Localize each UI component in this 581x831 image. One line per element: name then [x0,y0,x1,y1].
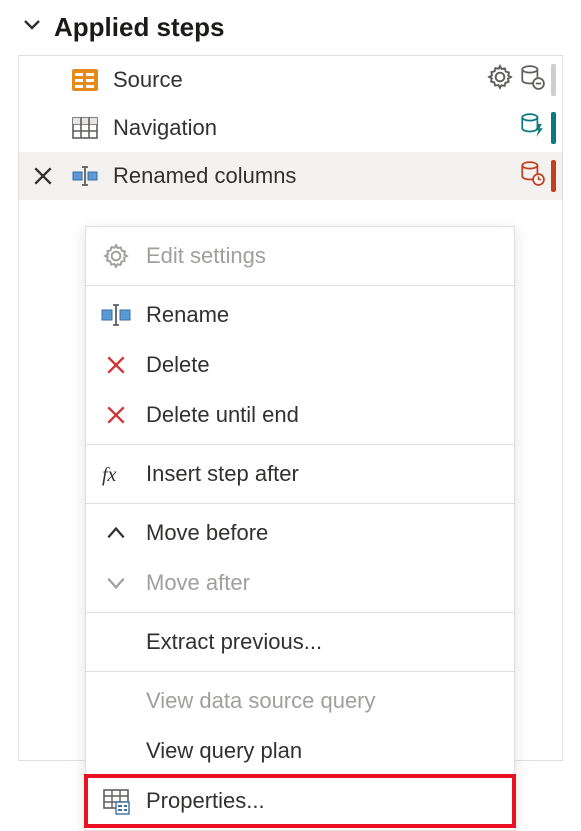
chevron-down-icon [22,15,42,41]
menu-rename[interactable]: Rename [86,290,514,340]
gear-icon[interactable] [487,64,513,96]
menu-label: Rename [146,302,229,328]
menu-edit-settings[interactable]: Edit settings [86,231,514,281]
table-icon [69,112,101,144]
step-accent-bar [551,64,556,96]
step-row-navigation[interactable]: Navigation [19,104,562,152]
menu-label: Delete [146,352,210,378]
menu-move-before[interactable]: Move before [86,508,514,558]
step-row-renamed-columns[interactable]: Renamed columns [19,152,562,200]
menu-label: Delete until end [146,402,299,428]
close-icon [100,399,132,431]
step-context-menu: Edit settings Rename Delete [85,226,515,831]
step-accent-bar [551,160,556,192]
menu-insert-step-after[interactable]: fx Insert step after [86,449,514,499]
blank-icon [100,685,132,717]
menu-separator [86,671,514,672]
menu-label: Properties... [146,788,265,814]
fx-icon: fx [100,458,132,490]
applied-steps-header[interactable]: Applied steps [0,0,581,55]
rename-icon [100,299,132,331]
menu-view-query-plan[interactable]: View query plan [86,726,514,776]
applied-steps-list: Source [18,55,563,761]
step-accent-bar [551,112,556,144]
close-icon [100,349,132,381]
database-lightning-icon [519,112,545,144]
menu-label: View query plan [146,738,302,764]
database-clock-icon [519,160,545,192]
panel-title: Applied steps [54,12,224,43]
menu-delete[interactable]: Delete [86,340,514,390]
step-label: Navigation [113,115,507,141]
source-icon [69,64,101,96]
menu-label: Move before [146,520,268,546]
menu-label: Edit settings [146,243,266,269]
menu-delete-until-end[interactable]: Delete until end [86,390,514,440]
properties-icon [100,785,132,817]
step-label: Renamed columns [113,163,507,189]
gear-icon [100,240,132,272]
menu-separator [86,612,514,613]
menu-separator [86,503,514,504]
menu-view-data-source-query[interactable]: View data source query [86,676,514,726]
blank-icon [100,626,132,658]
menu-label: Insert step after [146,461,299,487]
menu-label: View data source query [146,688,376,714]
chevron-up-icon [100,517,132,549]
menu-separator [86,285,514,286]
menu-label: Move after [146,570,250,596]
database-minus-icon [519,64,545,96]
blank-icon [100,735,132,767]
menu-separator [86,444,514,445]
step-row-source[interactable]: Source [19,56,562,104]
menu-extract-previous[interactable]: Extract previous... [86,617,514,667]
step-label: Source [113,67,475,93]
menu-properties[interactable]: Properties... [86,776,514,826]
menu-label: Extract previous... [146,629,322,655]
rename-column-icon [69,160,101,192]
chevron-down-icon [100,567,132,599]
svg-text:fx: fx [102,464,117,486]
delete-step-icon[interactable] [29,165,57,187]
menu-move-after[interactable]: Move after [86,558,514,608]
